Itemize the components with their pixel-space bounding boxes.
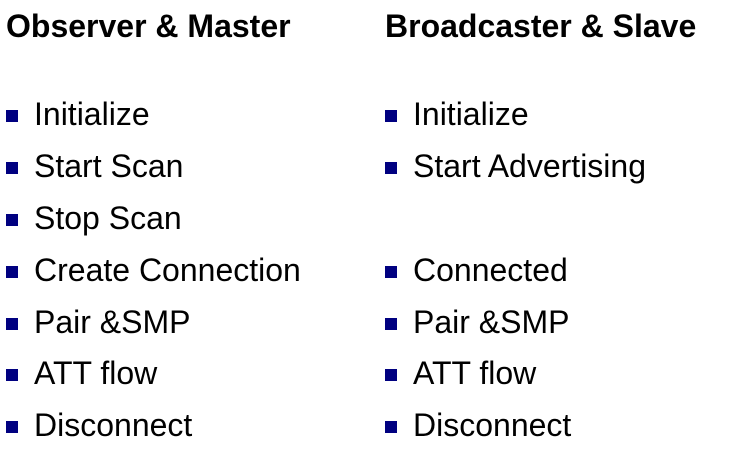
list-item-label: Disconnect	[413, 407, 572, 443]
column-title: Broadcaster & Slave	[385, 8, 697, 44]
column-title: Observer & Master	[6, 8, 291, 44]
square-bullet-icon	[385, 369, 397, 381]
list-item-label: Create Connection	[34, 252, 301, 288]
list-item: Disconnect	[385, 405, 571, 445]
list-item: Start Scan	[6, 146, 183, 186]
list-item-label: Pair &SMP	[413, 304, 570, 340]
list-item-label: Initialize	[413, 96, 529, 132]
list-item: Connected	[385, 250, 568, 290]
square-bullet-icon	[6, 369, 18, 381]
square-bullet-icon	[6, 318, 18, 330]
list-item: Pair &SMP	[385, 302, 569, 342]
list-item-label: Connected	[413, 252, 568, 288]
list-item-label: Pair &SMP	[34, 304, 191, 340]
square-bullet-icon	[6, 421, 18, 433]
list-item: Stop Scan	[6, 198, 182, 238]
list-item: Initialize	[385, 94, 529, 134]
list-item: Initialize	[6, 94, 150, 134]
list-item-label: Disconnect	[34, 407, 193, 443]
square-bullet-icon	[385, 162, 397, 174]
list-item: ATT flow	[385, 353, 536, 393]
list-item: Disconnect	[6, 405, 192, 445]
square-bullet-icon	[385, 110, 397, 122]
square-bullet-icon	[6, 214, 18, 226]
list-item-label: Start Advertising	[413, 148, 646, 184]
list-item: Start Advertising	[385, 146, 646, 186]
square-bullet-icon	[385, 266, 397, 278]
list-item-label: Start Scan	[34, 148, 184, 184]
square-bullet-icon	[385, 318, 397, 330]
list-item-label: Stop Scan	[34, 200, 182, 236]
list-item: Create Connection	[6, 250, 301, 290]
square-bullet-icon	[6, 266, 18, 278]
list-item: ATT flow	[6, 353, 157, 393]
square-bullet-icon	[6, 162, 18, 174]
square-bullet-icon	[6, 110, 18, 122]
list-item-label: ATT flow	[34, 355, 158, 391]
square-bullet-icon	[385, 421, 397, 433]
list-item: Pair &SMP	[6, 302, 190, 342]
list-item-label: Initialize	[34, 96, 150, 132]
list-item-label: ATT flow	[413, 355, 537, 391]
